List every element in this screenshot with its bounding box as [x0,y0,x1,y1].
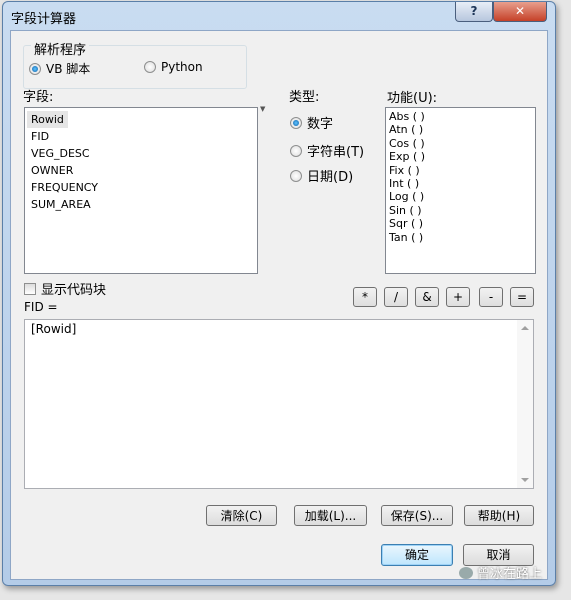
operator-divide-button[interactable]: / [384,287,408,307]
functions-list[interactable]: Abs ( ) Atn ( ) Cos ( ) Exp ( ) Fix ( ) … [385,107,536,274]
fields-label: 字段: [23,90,54,105]
radio-unselected-icon [290,169,302,182]
watermark-text: 曾冰在路上 [477,567,543,582]
dialog-body: 解析程序 VB 脚本 Python 字段: Rowid FID VEG_DESC… [10,30,548,580]
list-item[interactable]: Tan ( ) [386,231,535,244]
vertical-scrollbar[interactable] [517,320,533,488]
fields-list[interactable]: Rowid FID VEG_DESC OWNER FREQUENCY SUM_A… [24,107,258,274]
list-item[interactable]: Sin ( ) [386,204,535,217]
expression-label: FID = [24,300,58,314]
operator-minus-button[interactable]: - [479,287,503,307]
list-item[interactable]: Cos ( ) [386,137,535,150]
type-radio-number[interactable]: 数字 [290,113,333,132]
list-item[interactable]: Int ( ) [386,177,535,190]
parser-radio-vb[interactable]: VB 脚本 [29,60,90,77]
operator-equals-button[interactable]: = [510,287,534,307]
load-button[interactable]: 加载(L)... [294,505,367,526]
list-item[interactable]: FREQUENCY [25,179,257,196]
list-item[interactable]: Exp ( ) [386,150,535,163]
help-icon[interactable]: ? [455,2,493,22]
list-item[interactable]: Log ( ) [386,190,535,203]
scroll-up-icon[interactable] [521,326,529,330]
show-code-block-checkbox[interactable]: 显示代码块 [24,279,106,298]
list-item[interactable]: OWNER [25,162,257,179]
expression-value: [Rowid] [31,322,77,336]
list-item[interactable]: Rowid [27,111,68,128]
field-calculator-dialog: 字段计算器 ? ✕ 解析程序 VB 脚本 Python 字段: Rowid FI… [2,1,556,586]
sort-icon[interactable]: ▼ [260,105,265,113]
clear-button[interactable]: 清除(C) [206,505,277,526]
operator-ampersand-button[interactable]: & [415,287,439,307]
type-radio-string[interactable]: 字符串(T) [290,141,364,160]
list-item[interactable]: Fix ( ) [386,164,535,177]
radio-unselected-icon [290,144,302,157]
scroll-down-icon[interactable] [521,478,529,482]
parser-radio-python[interactable]: Python [144,60,203,74]
help-button[interactable]: 帮助(H) [464,505,534,526]
ok-button[interactable]: 确定 [381,544,453,566]
title-bar: 字段计算器 ? ✕ [3,2,555,30]
list-item[interactable]: Abs ( ) [386,110,535,123]
close-icon[interactable]: ✕ [493,2,547,22]
type-radio-date[interactable]: 日期(D) [290,166,353,185]
list-item[interactable]: Atn ( ) [386,123,535,136]
save-button[interactable]: 保存(S)... [381,505,453,526]
parser-option-label: Python [161,60,203,74]
operator-multiply-button[interactable]: * [353,287,377,307]
list-item[interactable]: VEG_DESC [25,145,257,162]
show-code-block-label: 显示代码块 [41,283,107,298]
type-option-label: 字符串(T) [307,145,365,160]
list-item[interactable]: FID [25,128,257,145]
list-item[interactable]: Sqr ( ) [386,217,535,230]
list-item[interactable]: SUM_AREA [25,196,257,213]
watermark: 曾冰在路上 [459,563,542,582]
type-option-label: 数字 [307,117,334,132]
wechat-icon [459,566,473,579]
checkbox-icon [24,282,36,295]
parser-option-label: VB 脚本 [46,62,91,76]
operator-plus-button[interactable]: + [446,287,470,307]
type-label: 类型: [289,90,320,105]
radio-unselected-icon [144,61,156,73]
radio-selected-icon [290,116,302,129]
functions-label: 功能(U): [387,91,438,106]
dialog-title: 字段计算器 [11,12,77,27]
radio-selected-icon [29,62,41,75]
parser-group-label: 解析程序 [31,39,90,58]
type-option-label: 日期(D) [307,170,354,185]
expression-textarea[interactable]: [Rowid] [24,319,534,489]
